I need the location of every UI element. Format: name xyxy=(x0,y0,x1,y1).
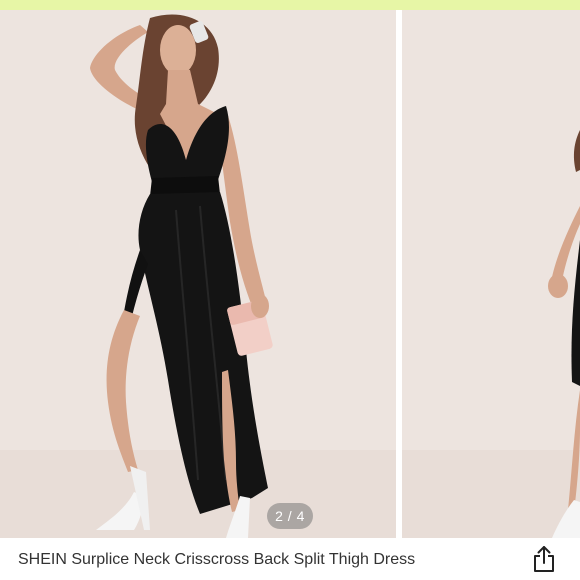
image-gallery[interactable]: 2 / 4 xyxy=(0,10,580,538)
product-photo xyxy=(0,10,396,538)
product-info-bar: SHEIN Surplice Neck Crisscross Back Spli… xyxy=(0,538,580,580)
product-photo-next xyxy=(402,10,580,538)
share-button[interactable] xyxy=(528,542,560,576)
gallery-slide-next[interactable] xyxy=(402,10,580,538)
top-strip xyxy=(0,0,580,10)
share-icon xyxy=(534,546,554,572)
page-indicator: 2 / 4 xyxy=(267,503,313,529)
gallery-slide-current[interactable]: 2 / 4 xyxy=(0,10,396,538)
product-title: SHEIN Surplice Neck Crisscross Back Spli… xyxy=(18,551,416,568)
product-screen: 2 / 4 SHEIN Surplice Neck Crisscross Bac… xyxy=(0,0,580,580)
